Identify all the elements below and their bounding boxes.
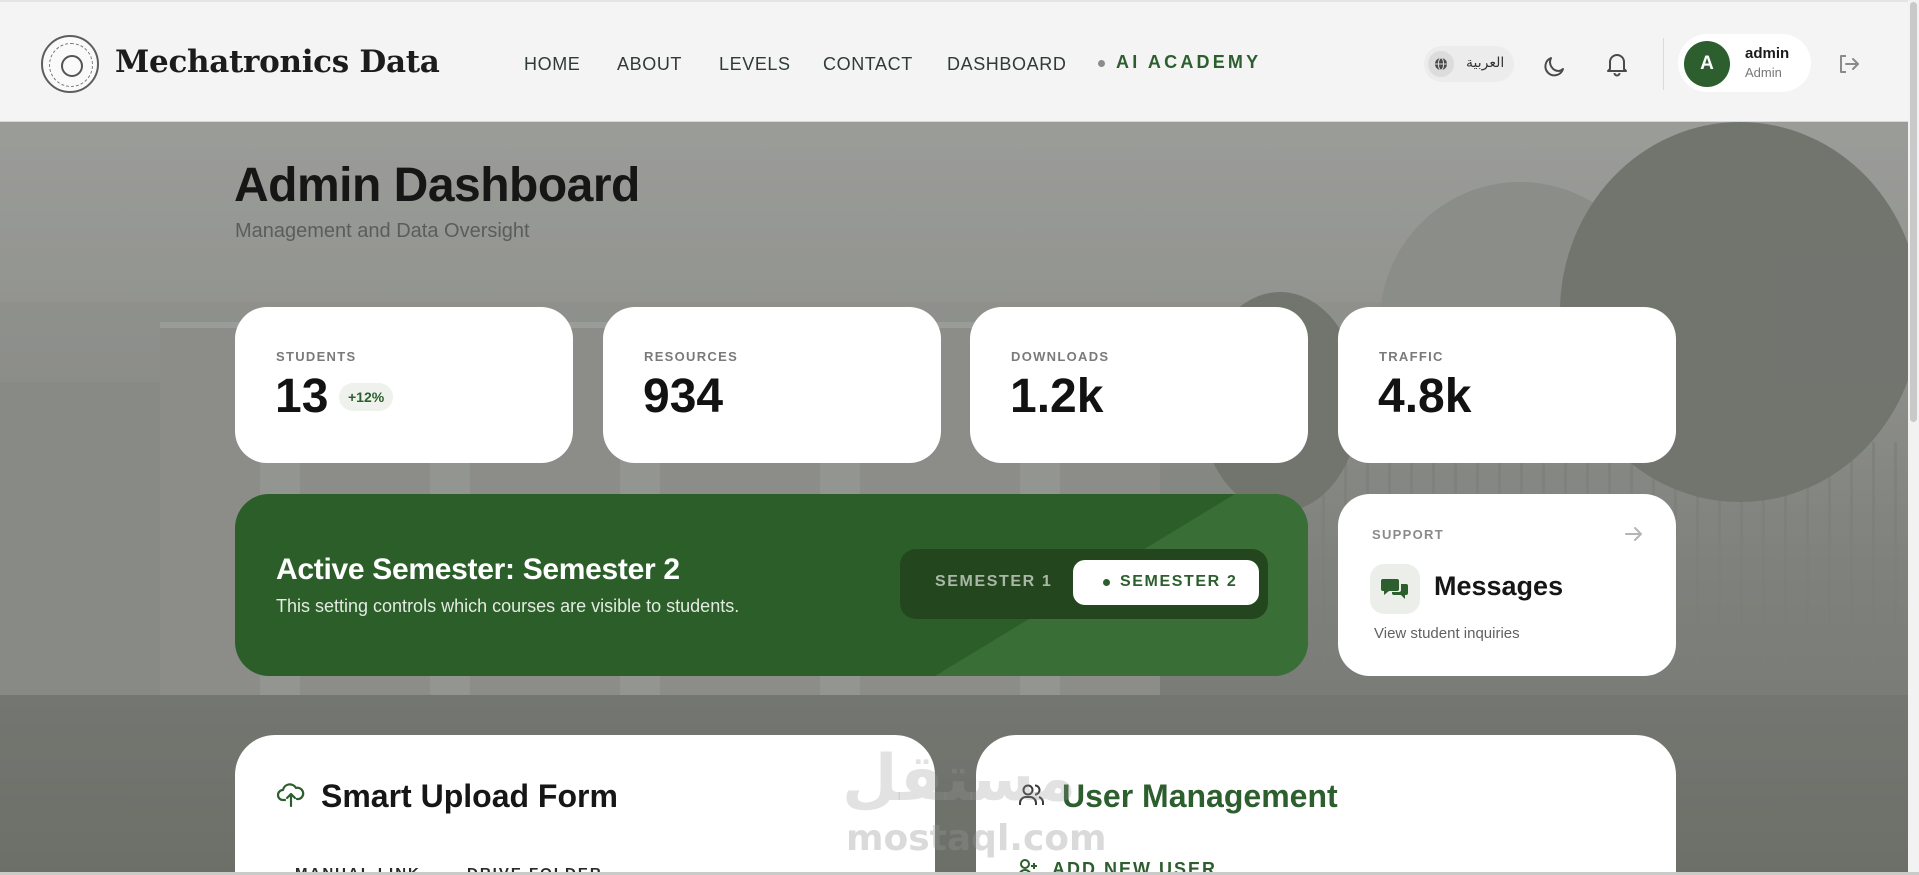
- scrollbar-thumb[interactable]: [1910, 2, 1917, 422]
- page-title: Admin Dashboard: [234, 159, 640, 212]
- page-subtitle: Management and Data Oversight: [235, 220, 530, 242]
- stat-value: 934: [643, 370, 724, 423]
- messages-card[interactable]: SUPPORT Messages View student inquiries: [1338, 494, 1676, 676]
- ai-academy-dot-icon: [1098, 60, 1105, 67]
- semester-toggle: SEMESTER 1 SEMESTER 2: [900, 549, 1268, 619]
- language-label: العربية: [1466, 55, 1505, 71]
- cloud-upload-icon: [276, 779, 306, 809]
- messages-subtitle: View student inquiries: [1374, 625, 1520, 642]
- notifications-bell-icon[interactable]: [1602, 49, 1632, 79]
- nav-ai-academy[interactable]: AI ACADEMY: [1116, 52, 1261, 73]
- selected-dot-icon: [1103, 579, 1110, 586]
- stat-label: STUDENTS: [276, 349, 357, 364]
- nav-contact[interactable]: CONTACT: [823, 54, 913, 75]
- brand-name[interactable]: Mechatronics Data: [115, 44, 440, 80]
- nav-home[interactable]: HOME: [524, 54, 580, 75]
- stat-value: 4.8k: [1378, 370, 1472, 423]
- nav-levels[interactable]: LEVELS: [719, 54, 791, 75]
- semester-description: This setting controls which courses are …: [276, 596, 740, 616]
- stat-card-resources: RESOURCES 934: [603, 307, 941, 463]
- growth-badge: +12%: [339, 383, 394, 411]
- watermark-url: mostaql.com: [846, 818, 1107, 859]
- stat-card-downloads: DOWNLOADS 1.2k: [970, 307, 1308, 463]
- watermark-logo: مستقل: [842, 742, 1077, 816]
- active-semester-banner: Active Semester: Semester 2 This setting…: [235, 494, 1308, 676]
- university-logo[interactable]: [41, 35, 99, 93]
- globe-icon: [1428, 51, 1454, 77]
- user-name: admin: [1745, 45, 1790, 62]
- stat-card-students: STUDENTS 13 +12%: [235, 307, 573, 463]
- stat-label: RESOURCES: [644, 349, 739, 364]
- semester-2-button[interactable]: SEMESTER 2: [1073, 560, 1259, 605]
- stat-value: 13: [275, 370, 329, 423]
- logout-icon[interactable]: [1833, 49, 1863, 79]
- semester-2-label: SEMESTER 2: [1120, 573, 1238, 590]
- arrow-right-icon[interactable]: [1622, 522, 1646, 546]
- user-role: Admin: [1745, 65, 1782, 80]
- stat-label: TRAFFIC: [1379, 349, 1444, 364]
- smart-upload-panel: Smart Upload Form MANUAL LINK DRIVE FOLD…: [235, 735, 935, 875]
- semester-title: Active Semester: Semester 2: [276, 553, 680, 586]
- stat-card-traffic: TRAFFIC 4.8k: [1338, 307, 1676, 463]
- stat-value: 1.2k: [1010, 370, 1104, 423]
- upload-panel-title: Smart Upload Form: [321, 778, 618, 814]
- support-label: SUPPORT: [1372, 527, 1444, 542]
- chat-bubbles-icon: [1370, 564, 1420, 614]
- nav-about[interactable]: ABOUT: [617, 54, 682, 75]
- header-divider: [1663, 38, 1664, 90]
- top-navbar: Mechatronics Data HOME ABOUT LEVELS CONT…: [0, 0, 1919, 122]
- dark-mode-moon-icon[interactable]: [1540, 49, 1570, 79]
- user-management-title: User Management: [1062, 778, 1338, 814]
- nav-dashboard[interactable]: DASHBOARD: [947, 54, 1066, 75]
- avatar[interactable]: A: [1684, 41, 1730, 87]
- stat-label: DOWNLOADS: [1011, 349, 1110, 364]
- semester-1-button[interactable]: SEMESTER 1: [935, 573, 1052, 591]
- messages-title: Messages: [1434, 571, 1564, 601]
